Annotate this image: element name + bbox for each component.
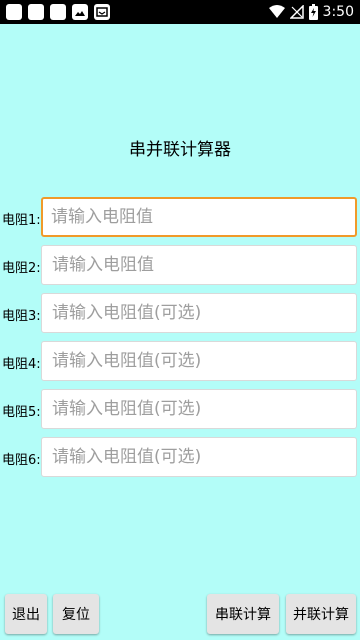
resistor-row-3: 电阻3: xyxy=(0,293,360,337)
resistor-row-6: 电阻6: xyxy=(0,437,360,481)
resistor-row-5: 电阻5: xyxy=(0,389,360,433)
parallel-calc-button[interactable]: 并联计算 xyxy=(286,594,356,634)
resistor-label-4: 电阻4: xyxy=(2,357,41,372)
app-notification-icon xyxy=(50,4,66,20)
resistor-input-5[interactable] xyxy=(41,389,357,429)
resistor-input-6[interactable] xyxy=(41,437,357,477)
resistor-input-4[interactable] xyxy=(41,341,357,381)
image-icon xyxy=(72,4,88,20)
resistor-row-1: 电阻1: xyxy=(0,197,360,241)
clock: 3:50 xyxy=(322,4,354,20)
reset-button[interactable]: 复位 xyxy=(53,594,99,634)
exit-button[interactable]: 退出 xyxy=(5,594,47,634)
app-notification-icon xyxy=(6,4,22,20)
status-bar: 3:50 xyxy=(0,0,360,24)
resistor-row-4: 电阻4: xyxy=(0,341,360,385)
resistor-label-2: 电阻2: xyxy=(2,261,41,276)
resistor-label-6: 电阻6: xyxy=(2,453,41,468)
battery-icon xyxy=(308,4,318,20)
signal-icon xyxy=(289,5,304,19)
wifi-icon xyxy=(268,5,285,18)
resistor-label-1: 电阻1: xyxy=(2,213,41,228)
page-title: 串并联计算器 xyxy=(129,140,231,160)
resistor-label-5: 电阻5: xyxy=(2,405,41,420)
inbox-icon xyxy=(94,4,110,20)
resistor-input-1[interactable] xyxy=(41,197,357,237)
resistor-input-2[interactable] xyxy=(41,245,357,285)
resistor-input-3[interactable] xyxy=(41,293,357,333)
resistor-row-2: 电阻2: xyxy=(0,245,360,289)
system-icons: 3:50 xyxy=(268,3,354,21)
series-calc-button[interactable]: 串联计算 xyxy=(207,594,279,634)
app-notification-icon xyxy=(28,4,44,20)
notification-icons xyxy=(6,4,110,20)
resistor-label-3: 电阻3: xyxy=(2,309,41,324)
